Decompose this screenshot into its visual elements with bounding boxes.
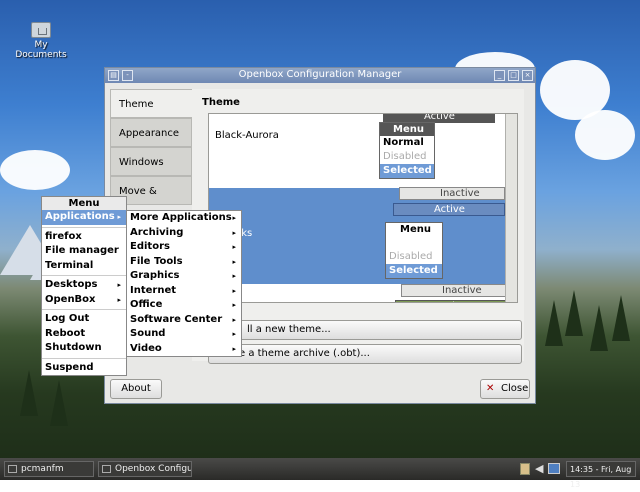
taskbar-pcmanfm-button[interactable]: pcmanfm [4,461,94,477]
window-titlebar[interactable]: ▤ - Openbox Configuration Manager _ □ × [105,68,535,83]
close-button[interactable]: ✕ Close [480,379,530,399]
preview-inactive-titlebar: Inactive [401,284,507,297]
window-icon [102,465,111,473]
list-scrollbar[interactable] [505,114,517,302]
submenu-item[interactable]: Office ▸ [127,298,241,313]
window-title: Openbox Configuration Manager [238,69,402,80]
theme-name: Black-Aurora [215,130,279,141]
submenu-item[interactable]: Software Center ▸ [127,313,241,328]
theme-row[interactable]: Inactive Active [209,284,507,302]
theme-preview: Inactive Active [395,284,507,302]
menu-item-shutdown[interactable]: Shutdown [42,341,126,356]
preview-active-titlebar: Active [395,300,507,302]
menu-item-applications[interactable]: Applications ▸ [42,210,126,225]
submenu-item[interactable]: Internet ▸ [127,284,241,299]
submenu-item[interactable]: File Tools ▸ [127,255,241,270]
menu-item-logout[interactable]: Log Out [42,312,126,327]
about-button[interactable]: About [110,379,162,399]
preview-inactive-titlebar: Inactive [399,187,505,200]
clipboard-icon[interactable] [520,463,530,475]
tab-windows[interactable]: Windows [110,147,192,176]
menu-item-suspend[interactable]: Suspend [42,361,126,376]
menu-item-reboot[interactable]: Reboot [42,327,126,342]
taskbar-window-button[interactable]: Openbox Configurati... [98,461,192,477]
preview-menu: Menu Normal Disabled Selected [385,222,443,279]
theme-preview: Inactive Active Menu Normal Disabled Sel… [385,187,505,279]
applications-submenu: More Applications ▸ Archiving ▸ Editors ▸ F… [126,210,242,357]
desktop-icon-label: My Documents [15,40,67,60]
root-menu: Menu Applications ▸ firefox File manager … [41,196,127,376]
tab-appearance[interactable]: Appearance [110,118,192,147]
close-icon[interactable]: × [522,70,533,81]
submenu-item[interactable]: Archiving ▸ [127,226,241,241]
folder-icon [8,465,17,473]
submenu-item[interactable]: Editors ▸ [127,240,241,255]
close-x-icon: ✕ [486,383,495,394]
install-theme-button[interactable]: ll a new theme... [208,320,522,340]
tab-list: Theme Appearance Windows Move & Resize [110,89,192,226]
network-icon[interactable] [548,463,560,474]
theme-preview: Active Menu Normal Disabled Selected [379,114,495,180]
submenu-item[interactable]: More Applications ▸ [127,211,241,226]
create-archive-button[interactable]: e a theme archive (.obt)... [208,344,522,364]
pane-header: Theme [202,97,240,108]
taskbar: pcmanfm Openbox Configurati... ◀ 14:35 -… [0,458,640,489]
preview-menu: Menu Normal Disabled Selected [379,122,435,179]
theme-row[interactable]: Black-Aurora Active Menu Normal Disabled… [209,114,505,188]
submenu-item[interactable]: Sound ▸ [127,327,241,342]
menu-item-terminal[interactable]: Terminal [42,259,126,274]
submenu-item[interactable]: Video ▸ [127,342,241,357]
minimize-icon[interactable]: _ [494,70,505,81]
menu-item-desktops[interactable]: Desktops ▸ [42,278,126,293]
submenu-item[interactable]: Graphics ▸ [127,269,241,284]
menu-item-openbox[interactable]: OpenBox ▸ [42,293,126,308]
clock[interactable]: 14:35 - Fri, Aug 13 [566,461,636,489]
preview-active-titlebar: Active [393,203,505,216]
volume-icon[interactable]: ◀ [535,462,543,475]
maximize-icon[interactable]: □ [508,70,519,81]
theme-row-selected[interactable]: ooks Inactive Active Menu Normal Disable… [209,187,505,284]
menu-item-file-manager[interactable]: File manager [42,244,126,259]
my-documents-desktop-icon[interactable]: My Documents [10,22,72,60]
theme-list[interactable]: Black-Aurora Active Menu Normal Disabled… [208,113,518,303]
menu-item-firefox[interactable]: firefox [42,230,126,245]
tab-theme[interactable]: Theme [110,89,192,118]
home-folder-icon [31,22,51,38]
menu-title: Menu [42,197,126,210]
